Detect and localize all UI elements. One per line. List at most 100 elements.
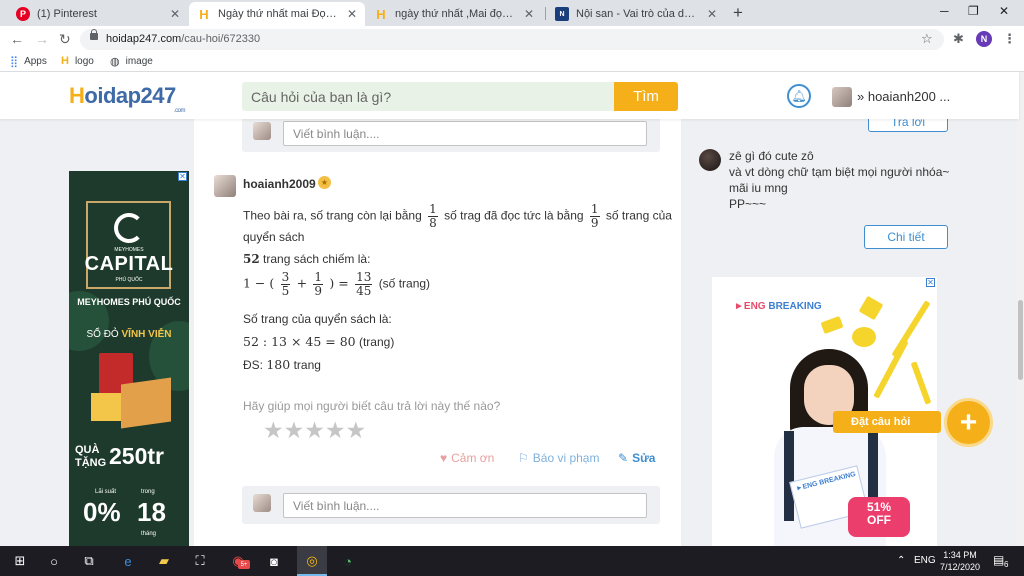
star-icon[interactable]: ★: [325, 419, 346, 442]
ad-gift-amount: 250tr: [109, 443, 164, 469]
windows-start-icon[interactable]: ⊞: [12, 553, 28, 569]
ad-subline: SỔ ĐỎ VĨNH VIỄN: [86, 329, 172, 340]
profile-avatar[interactable]: N: [976, 31, 992, 47]
bookmark-logo[interactable]: H logo: [61, 55, 94, 67]
bookmark-apps[interactable]: ⣿ Apps: [10, 55, 47, 68]
extensions-puzzle-icon[interactable]: ✱: [953, 31, 964, 47]
chrome-icon[interactable]: ◎: [304, 553, 320, 569]
thanks-button[interactable]: ♥ Cảm ơn: [440, 451, 494, 465]
flag-icon: ⚐: [518, 451, 529, 465]
file-explorer-icon[interactable]: ▰: [156, 553, 172, 569]
detail-button[interactable]: Chi tiết: [864, 225, 948, 249]
noisan-icon: N: [555, 7, 569, 21]
minimize-icon[interactable]: ─: [940, 4, 949, 18]
close-icon[interactable]: ✕: [524, 7, 534, 21]
search-button[interactable]: Tìm: [614, 82, 678, 111]
hoidap-icon: H: [199, 6, 209, 22]
bookmark-image[interactable]: ◍ image: [110, 55, 153, 68]
ad-left-meyhomes[interactable]: ✕ MEYHOMES CAPITAL PHÚ QUỐC MEYHOMES PHÚ…: [69, 171, 189, 546]
notification-bell-icon[interactable]: 🔔︎: [787, 84, 811, 108]
ad-location-small: PHÚ QUỐC: [115, 277, 143, 283]
fraction: 18: [428, 202, 438, 230]
ad-choices-icon[interactable]: ✕: [926, 278, 935, 287]
tab-active-question[interactable]: H Ngày thứ nhất mai Đọc được 3/5 số... ✕: [189, 2, 365, 26]
ad-gift-label: QUÀ TẶNG: [75, 444, 107, 469]
tray-chevron-icon[interactable]: ⌃: [897, 555, 905, 566]
store-icon[interactable]: ⛶: [192, 553, 208, 569]
hoidap-icon: H: [61, 55, 69, 67]
star-icon[interactable]: ★: [284, 419, 305, 442]
commenter-avatar: [253, 122, 271, 140]
ad-discount-badge: 51% OFF: [848, 497, 910, 537]
rating-help-text: Hãy giúp mọi người biết câu trả lời này …: [243, 399, 501, 413]
ad-choices-icon[interactable]: ✕: [178, 172, 187, 181]
menu-dots-icon[interactable]: ⋮: [1003, 31, 1016, 47]
answer-line-7: ĐS: 180 trang: [243, 357, 321, 372]
close-window-icon[interactable]: ✕: [999, 4, 1009, 18]
tab-strip: P (1) Pinterest ✕ H Ngày thứ nhất mai Đọ…: [0, 0, 1024, 26]
message-avatar: [699, 149, 721, 171]
star-icon[interactable]: ★: [304, 419, 325, 442]
edge-icon[interactable]: e: [120, 553, 136, 569]
ad-decoration: [858, 295, 884, 321]
notification-count: 6: [1004, 560, 1009, 569]
language-indicator[interactable]: ENG: [914, 555, 936, 566]
tab-question-2[interactable]: H ngày thứ nhất ,Mai đọc được 3/5 c... ✕: [366, 2, 542, 26]
url-text: hoidap247.com/cau-hoi/672330: [106, 33, 261, 45]
hoidap-icon: H: [376, 6, 386, 22]
ad-decoration: [820, 315, 844, 335]
star-icon[interactable]: ★: [346, 419, 367, 442]
fraction: 13 45: [355, 270, 373, 298]
reload-icon[interactable]: ↻: [59, 31, 71, 48]
back-arrow-icon[interactable]: ←: [10, 31, 24, 47]
bookmark-star-icon[interactable]: ☆: [921, 31, 933, 47]
bookmark-label: logo: [74, 55, 94, 67]
site-header: Hoidap247.com Tìm 🔔︎ » hoaianh200 ...: [0, 72, 1019, 119]
comment-box: [242, 486, 660, 524]
page-viewport: Hoidap247.com Tìm 🔔︎ » hoaianh200 ... ✕ …: [0, 72, 1024, 546]
comment-input[interactable]: [283, 493, 647, 518]
green-app-icon[interactable]: ◔: [340, 553, 356, 569]
comment-input[interactable]: [283, 121, 647, 146]
commenter-avatar: [253, 494, 271, 512]
close-icon[interactable]: ✕: [347, 7, 357, 21]
close-icon[interactable]: ✕: [170, 7, 180, 21]
comment-box: [242, 114, 660, 152]
answer-column: hoaianh2009 ★ Theo bài ra, số trang còn …: [194, 114, 681, 546]
camera-icon[interactable]: ◙: [266, 553, 282, 569]
forward-arrow-icon[interactable]: →: [35, 31, 49, 47]
notification-center-icon[interactable]: ▤: [993, 553, 1004, 567]
medal-icon: ★: [318, 176, 331, 189]
fraction: 19: [313, 270, 324, 298]
address-bar[interactable]: hoidap247.com/cau-hoi/672330 ☆: [80, 29, 944, 50]
task-view-icon[interactable]: ⧉: [81, 553, 97, 569]
answer-line-3: 52 trang sách chiếm là:: [243, 252, 371, 266]
new-tab-plus-icon[interactable]: +: [733, 3, 743, 23]
message-text: zê gì đó cute zô và vt dòng chữ tạm biệt…: [729, 149, 950, 211]
user-avatar[interactable]: [832, 87, 852, 107]
user-menu[interactable]: » hoaianh200 ...: [857, 89, 950, 104]
star-icon[interactable]: ★: [263, 419, 284, 442]
site-logo[interactable]: Hoidap247 .com: [69, 83, 186, 114]
tab-title: Ngày thứ nhất mai Đọc được 3/5 số...: [218, 8, 341, 20]
ask-question-label[interactable]: Đặt câu hỏi: [833, 411, 941, 433]
search-circle-icon[interactable]: ○: [46, 553, 62, 569]
clock[interactable]: 1:34 PM 7/12/2020: [940, 549, 980, 573]
tab-title: Nội san - Vai trò của dân ca trong...: [576, 8, 701, 20]
close-icon[interactable]: ✕: [707, 7, 717, 21]
search-input[interactable]: [242, 82, 614, 111]
scrollbar-thumb[interactable]: [1018, 300, 1023, 380]
tab-noisan[interactable]: N Nội san - Vai trò của dân ca trong... …: [547, 2, 725, 26]
answer-user-avatar[interactable]: [214, 175, 236, 197]
fraction: 19: [589, 202, 600, 230]
ask-question-plus-button[interactable]: +: [944, 398, 993, 447]
restore-icon[interactable]: ❐: [968, 4, 979, 18]
ad-gift-image: [91, 393, 121, 421]
edit-button[interactable]: ✎ Sửa: [618, 451, 655, 465]
answer-username[interactable]: hoaianh2009: [243, 177, 316, 191]
tab-pinterest[interactable]: P (1) Pinterest ✕: [8, 2, 188, 26]
report-button[interactable]: ⚐ Báo vi phạm: [518, 451, 599, 465]
globe-icon: ◍: [110, 56, 120, 68]
search-box: [242, 82, 614, 111]
ad-logo-c-icon: [114, 213, 144, 243]
